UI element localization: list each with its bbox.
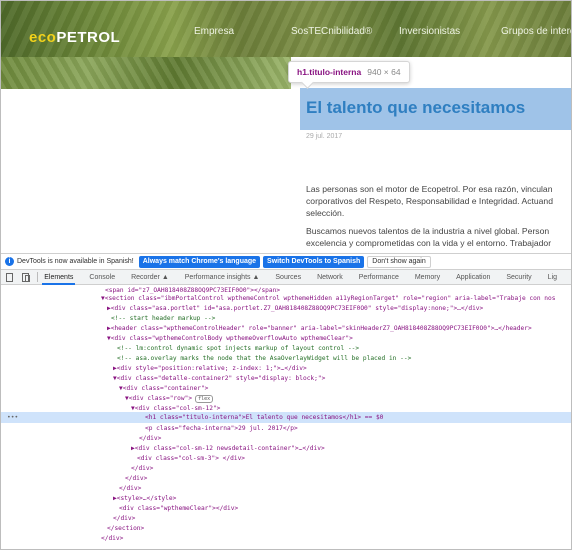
tab-sources[interactable]: Sources bbox=[275, 274, 301, 281]
website-viewport: ecoPETROL Empresa SosTECnibilidad® Inver… bbox=[1, 1, 571, 253]
inspect-tooltip: h1.titulo-interna 940 × 64 bbox=[288, 61, 410, 83]
tab-performance[interactable]: Performance bbox=[359, 274, 399, 281]
toolbar-divider bbox=[37, 272, 39, 282]
page-title: El talento que necesitamos bbox=[306, 98, 526, 117]
info-icon: i bbox=[5, 257, 14, 266]
paragraph-line: corporativos del Respeto, Responsabilida… bbox=[306, 196, 553, 206]
always-match-language-button[interactable]: Always match Chrome's language bbox=[138, 255, 261, 268]
nav-link-sostecnibilidad[interactable]: SosTECnibilidad® bbox=[291, 26, 372, 37]
switch-to-spanish-button[interactable]: Switch DevTools to Spanish bbox=[263, 255, 365, 268]
paragraph-line: excelencia y comprometidas con la vida y… bbox=[306, 238, 552, 248]
elements-dom-tree: <span id="z7_OAH818408Z88OQ9PC73EIF0O0">… bbox=[1, 285, 571, 549]
paragraph-line: Buscamos nuevos talentos de la industria… bbox=[306, 226, 550, 236]
dom-node[interactable]: </div> bbox=[1, 533, 571, 544]
article-date: 29 jul. 2017 bbox=[306, 133, 343, 140]
paragraph-line: selección. bbox=[306, 208, 345, 218]
inspect-element-icon[interactable] bbox=[6, 272, 14, 282]
paragraph-line: Las personas son el motor de Ecopetrol. … bbox=[306, 184, 553, 194]
dom-node-selected[interactable]: ••• <h1 class="titulo-interna">El talento… bbox=[1, 412, 571, 423]
nav-link-inversionistas[interactable]: Inversionistas bbox=[399, 26, 460, 37]
infobar-message: DevTools is now available in Spanish! bbox=[17, 258, 134, 265]
hero-banner-image bbox=[1, 57, 291, 89]
devtools-tab-bar: Elements Console Recorder ▲ Performance … bbox=[1, 269, 571, 285]
more-options-icon[interactable]: ••• bbox=[7, 412, 18, 423]
site-header: ecoPETROL Empresa SosTECnibilidad® Inver… bbox=[1, 1, 571, 57]
nav-link-empresa[interactable]: Empresa bbox=[194, 26, 234, 37]
nav-link-grupos[interactable]: Grupos de interés bbox=[501, 26, 571, 37]
flex-badge[interactable]: flex bbox=[195, 395, 214, 403]
screenshot-frame: ecoPETROL Empresa SosTECnibilidad® Inver… bbox=[0, 0, 572, 550]
devtools-language-infobar: i DevTools is now available in Spanish! … bbox=[1, 253, 571, 269]
tab-recorder[interactable]: Recorder ▲ bbox=[131, 274, 169, 281]
device-toolbar-icon[interactable] bbox=[22, 272, 31, 282]
tab-lighthouse[interactable]: Lig bbox=[548, 274, 557, 281]
tab-console[interactable]: Console bbox=[89, 274, 115, 281]
tab-security[interactable]: Security bbox=[506, 274, 531, 281]
tab-performance-insights[interactable]: Performance insights ▲ bbox=[185, 274, 260, 281]
tab-application[interactable]: Application bbox=[456, 274, 490, 281]
ecopetrol-logo[interactable]: ecoPETROL bbox=[29, 29, 120, 46]
tab-elements[interactable]: Elements bbox=[42, 274, 76, 285]
tab-network[interactable]: Network bbox=[317, 274, 343, 281]
tab-memory[interactable]: Memory bbox=[415, 274, 440, 281]
dont-show-again-button[interactable]: Don't show again bbox=[367, 255, 431, 268]
